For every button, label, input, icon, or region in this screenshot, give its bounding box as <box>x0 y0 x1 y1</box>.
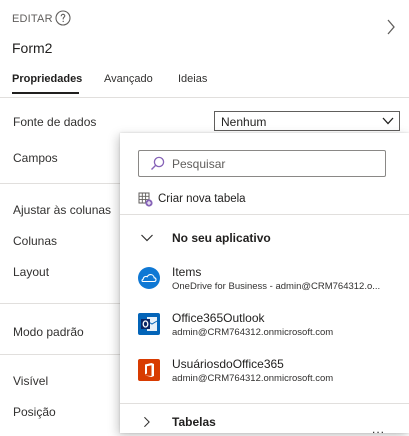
snap-to-columns-label: Ajustar às colunas <box>13 203 112 217</box>
data-source-label: Fonte de dados <box>13 115 97 129</box>
chevron-right-icon[interactable] <box>384 17 398 37</box>
list-item[interactable]: UsuáriosdoOffice365 admin@CRM764312.onmi… <box>120 354 409 394</box>
tab-bar: Propriedades Avançado Ideias <box>0 70 409 98</box>
fields-label[interactable]: Campos <box>13 151 58 165</box>
search-icon <box>151 156 165 170</box>
position-label: Posição <box>13 405 56 419</box>
item-subtitle: admin@CRM764312.onmicrosoft.com <box>172 373 334 384</box>
active-tab-indicator <box>12 92 79 94</box>
list-item[interactable]: Office365Outlook admin@CRM764312.onmicro… <box>120 308 409 348</box>
item-title: Office365Outlook <box>172 311 265 325</box>
office365-icon <box>138 359 160 381</box>
onedrive-icon <box>138 267 160 289</box>
item-subtitle: OneDrive for Business - admin@CRM764312.… <box>172 281 381 292</box>
columns-label: Colunas <box>13 234 58 248</box>
chevron-right-icon <box>144 416 150 428</box>
tab-properties[interactable]: Propriedades <box>12 73 82 85</box>
help-icon[interactable] <box>55 10 71 26</box>
table-add-icon <box>138 192 153 207</box>
list-item[interactable]: Items OneDrive for Business - admin@CRM7… <box>120 262 409 302</box>
tab-advanced[interactable]: Avançado <box>104 73 153 85</box>
data-source-dropdown: Pesquisar Criar nova tabela No seu aplic… <box>120 133 409 436</box>
data-source-select[interactable]: Nenhum <box>214 111 400 131</box>
section-label: Tabelas <box>172 415 216 429</box>
section-label: No seu aplicativo <box>172 231 271 245</box>
item-title: Items <box>172 265 202 279</box>
create-new-table-label: Criar nova tabela <box>158 193 246 205</box>
layout-label: Layout <box>13 265 50 279</box>
search-placeholder: Pesquisar <box>172 157 226 171</box>
search-input[interactable]: Pesquisar <box>138 150 386 177</box>
tab-ideas[interactable]: Ideias <box>178 73 207 85</box>
data-source-value: Nenhum <box>221 115 267 129</box>
default-mode-label: Modo padrão <box>13 325 84 339</box>
chevron-down-icon <box>141 234 153 242</box>
item-title: UsuáriosdoOffice365 <box>172 357 284 371</box>
divider <box>0 97 409 98</box>
divider <box>120 214 409 215</box>
visible-label: Visível <box>13 374 49 388</box>
more-options-icon[interactable]: ... <box>372 422 385 436</box>
edit-mode-label: EDITAR <box>12 13 53 25</box>
chevron-down-icon <box>382 117 394 125</box>
outlook-icon <box>138 313 160 335</box>
divider <box>120 403 409 404</box>
page-title: Form2 <box>12 40 53 56</box>
item-subtitle: admin@CRM764312.onmicrosoft.com <box>172 327 334 338</box>
